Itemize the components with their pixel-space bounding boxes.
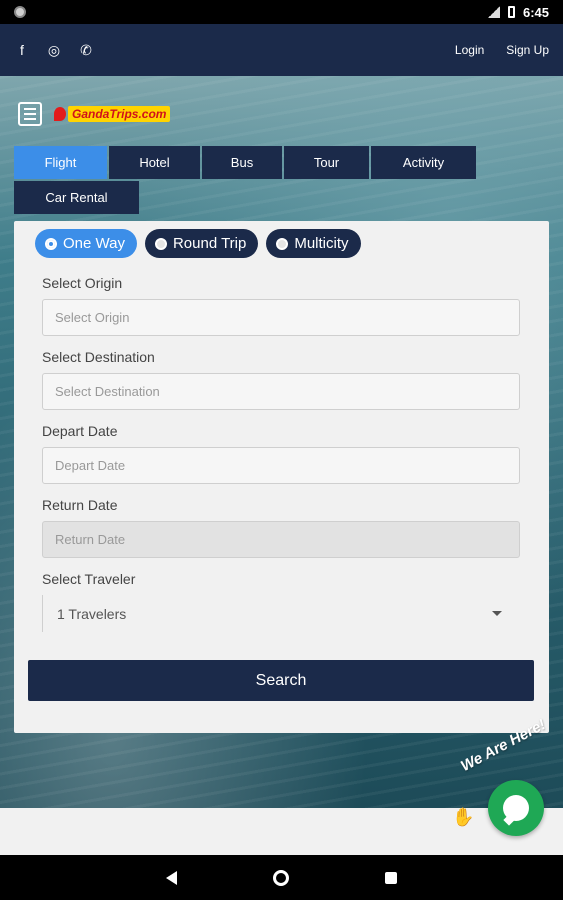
flight-search-card: One Way Round Trip Multicity Select Orig… [14,221,549,733]
social-links: f ◎ ✆ [14,42,94,59]
traveler-field-group: Select Traveler 1 Travelers [42,571,520,632]
trip-type-multicity[interactable]: Multicity [266,229,361,258]
radio-icon [276,237,289,250]
destination-input[interactable]: Select Destination [42,373,520,410]
facebook-icon[interactable]: f [14,42,30,58]
chat-button[interactable] [488,780,544,836]
tab-tour[interactable]: Tour [284,146,369,179]
logo-text: GandaTrips.com [68,106,171,122]
trip-type-selector: One Way Round Trip Multicity [35,229,361,258]
trip-type-label: Round Trip [172,235,247,252]
login-link[interactable]: Login [455,43,484,57]
trip-type-label: Multicity [294,235,349,252]
top-nav: f ◎ ✆ Login Sign Up [0,24,563,76]
chat-bubble-icon [503,795,529,821]
traveler-label: Select Traveler [42,571,136,587]
origin-input[interactable]: Select Origin [42,299,520,336]
auth-links: Login Sign Up [455,43,549,57]
status-icons: 6:45 [487,4,549,20]
phone-icon[interactable]: ✆ [78,42,94,58]
return-date-input: Return Date [42,521,520,558]
service-tabs: Flight Hotel Bus Tour Activity Car Renta… [14,146,484,214]
radio-icon [154,237,167,250]
tab-car-rental[interactable]: Car Rental [14,181,139,214]
traveler-select[interactable]: 1 Travelers [42,595,520,632]
back-icon[interactable] [166,870,177,885]
depart-date-label: Depart Date [42,423,118,439]
return-field-group: Return Date Return Date [42,497,520,558]
depart-field-group: Depart Date Depart Date [42,423,520,484]
trip-type-one-way[interactable]: One Way [35,229,137,258]
waving-hand-icon: ✋ [452,807,475,827]
site-logo[interactable]: GandaTrips.com [54,106,171,122]
traveler-value: 1 Travelers [57,605,127,622]
signup-link[interactable]: Sign Up [506,43,549,57]
home-icon[interactable] [273,869,289,886]
notification-icon [14,6,26,18]
origin-field-group: Select Origin Select Origin [42,275,520,336]
trip-type-label: One Way [63,235,125,252]
battery-icon [507,6,515,18]
origin-label: Select Origin [42,275,123,291]
signal-icon [487,6,500,18]
clock: 6:45 [522,4,549,20]
depart-date-input[interactable]: Depart Date [42,447,520,484]
tab-hotel[interactable]: Hotel [109,146,200,179]
search-button[interactable]: Search [28,660,534,701]
status-bar: 6:45 [0,0,563,24]
return-date-label: Return Date [42,497,118,513]
recent-apps-icon[interactable] [385,871,397,884]
android-nav-bar [0,855,563,900]
brand-row: GandaTrips.com [18,102,171,126]
tab-activity[interactable]: Activity [371,146,476,179]
destination-label: Select Destination [42,349,155,365]
logo-mark [54,107,66,121]
radio-selected-icon [45,237,57,250]
tab-bus[interactable]: Bus [202,146,282,179]
dropdown-caret-icon [492,611,502,616]
hamburger-menu-icon[interactable] [18,102,42,126]
trip-type-round-trip[interactable]: Round Trip [144,229,259,258]
tab-flight[interactable]: Flight [14,146,107,179]
instagram-icon[interactable]: ◎ [46,42,62,58]
destination-field-group: Select Destination Select Destination [42,349,520,410]
chat-widget[interactable]: We Are Here! ✋ [450,716,560,842]
